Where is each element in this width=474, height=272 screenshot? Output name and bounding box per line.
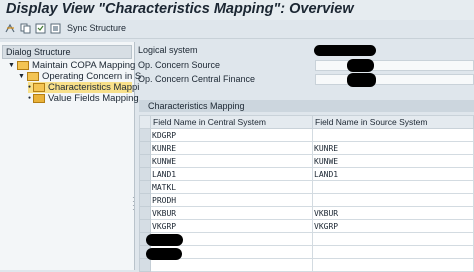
select-all-icon[interactable]	[35, 23, 46, 34]
row-selector[interactable]	[139, 167, 151, 181]
folder-open-icon	[33, 83, 46, 92]
tree-item-value-fields-mapping[interactable]: ● Value Fields Mapping	[28, 93, 139, 104]
expand-arrow-icon[interactable]: ▼	[8, 60, 15, 71]
source-field-cell[interactable]: LAND1	[312, 167, 474, 181]
central-field-cell[interactable]: VKBUR	[150, 206, 313, 220]
op-concern-central-label: Op. Concern Central Finance	[138, 74, 256, 84]
sync-structure-button[interactable]: Sync Structure	[67, 23, 126, 33]
op-concern-source-field	[315, 60, 474, 71]
central-field-cell[interactable]: PRODH	[150, 193, 313, 207]
op-concern-central-row: Op. Concern Central Finance	[135, 73, 474, 87]
table-row: VKGRP VKGRP	[139, 219, 474, 233]
source-field-cell[interactable]	[312, 245, 474, 259]
redacted-logical-system	[314, 45, 376, 56]
table-row: PRODH	[139, 193, 474, 207]
row-selector[interactable]	[139, 141, 151, 155]
characteristics-mapping-section: Characteristics Mapping Field Name in Ce…	[139, 100, 474, 272]
column-header-source[interactable]: Field Name in Source System	[312, 115, 474, 129]
central-field-cell[interactable]: KDGRP	[150, 128, 313, 142]
display-change-icon[interactable]	[5, 23, 16, 34]
tree-item-label: Characteristics Mappi	[48, 82, 140, 94]
bullet-icon: ●	[28, 95, 32, 101]
redacted-row-value	[146, 234, 183, 246]
op-concern-source-row: Op. Concern Source	[135, 59, 474, 72]
table-row: KUNRE KUNRE	[139, 141, 474, 155]
table-row: KUNWE KUNWE	[139, 154, 474, 168]
logical-system-row: Logical system	[135, 44, 474, 57]
row-selector[interactable]	[139, 128, 151, 142]
central-field-cell[interactable]: MATKL	[150, 180, 313, 194]
table-row: LAND1 LAND1	[139, 167, 474, 181]
logical-system-label: Logical system	[138, 45, 198, 55]
source-field-cell[interactable]: VKGRP	[312, 219, 474, 233]
row-selector[interactable]	[139, 154, 151, 168]
dialog-structure-header: Dialog Structure	[2, 45, 132, 59]
op-concern-central-field	[315, 74, 474, 85]
tree-item-characteristics-mapping[interactable]: ● Characteristics Mappi	[28, 82, 139, 94]
row-selector[interactable]	[139, 193, 151, 207]
row-selector[interactable]	[139, 219, 151, 233]
source-field-cell[interactable]: KUNWE	[312, 154, 474, 168]
tree-item-label: Maintain COPA Mapping	[31, 60, 136, 72]
tree-item-maintain-copa-mapping[interactable]: ▼ Maintain COPA Mapping	[8, 60, 135, 71]
panel-splitter-handle[interactable]: · · · ·	[132, 194, 135, 214]
row-selector[interactable]	[139, 206, 151, 220]
table-row	[139, 232, 474, 246]
copy-icon[interactable]	[20, 23, 31, 34]
bullet-icon: ●	[28, 84, 32, 90]
source-field-cell[interactable]	[312, 128, 474, 142]
tree-item-label: Value Fields Mapping	[48, 93, 139, 105]
folder-open-icon	[16, 61, 29, 70]
toolbar: Sync Structure	[0, 20, 474, 39]
central-field-cell[interactable]: KUNWE	[150, 154, 313, 168]
title-bar: Display View "Characteristics Mapping": …	[0, 0, 474, 20]
key-fields: Logical system Op. Concern Source Op. Co…	[135, 42, 474, 90]
dialog-structure-panel: Dialog Structure ▼ Maintain COPA Mapping …	[0, 42, 141, 270]
tree-item-label: Operating Concern in S	[41, 71, 142, 83]
redacted-op-concern-central	[347, 73, 376, 87]
table-row	[139, 245, 474, 259]
tree-item-operating-concern[interactable]: ▼ Operating Concern in S	[18, 71, 141, 82]
table-row: KDGRP	[139, 128, 474, 142]
source-field-cell[interactable]	[312, 193, 474, 207]
table-row: VKBUR VKBUR	[139, 206, 474, 220]
expand-arrow-icon[interactable]: ▼	[18, 71, 25, 82]
redacted-op-concern-source	[347, 59, 374, 72]
folder-open-icon	[26, 72, 39, 81]
source-field-cell[interactable]: VKBUR	[312, 206, 474, 220]
deselect-all-icon[interactable]	[50, 23, 61, 34]
redacted-row-value	[146, 248, 182, 260]
folder-icon	[33, 94, 46, 103]
mapping-table: Field Name in Central System Field Name …	[139, 115, 474, 272]
source-field-cell[interactable]: KUNRE	[312, 141, 474, 155]
central-field-cell[interactable]: KUNRE	[150, 141, 313, 155]
page-title: Display View "Characteristics Mapping": …	[6, 1, 354, 17]
column-header-central[interactable]: Field Name in Central System	[150, 115, 313, 129]
section-title: Characteristics Mapping	[139, 100, 474, 112]
central-field-cell[interactable]: LAND1	[150, 167, 313, 181]
op-concern-source-label: Op. Concern Source	[138, 60, 221, 70]
select-all-cell[interactable]	[139, 115, 151, 129]
table-header-row: Field Name in Central System Field Name …	[139, 115, 474, 129]
source-field-cell[interactable]	[312, 180, 474, 194]
source-field-cell[interactable]	[312, 232, 474, 246]
central-field-cell[interactable]: VKGRP	[150, 219, 313, 233]
row-selector[interactable]	[139, 180, 151, 194]
table-row: MATKL	[139, 180, 474, 194]
